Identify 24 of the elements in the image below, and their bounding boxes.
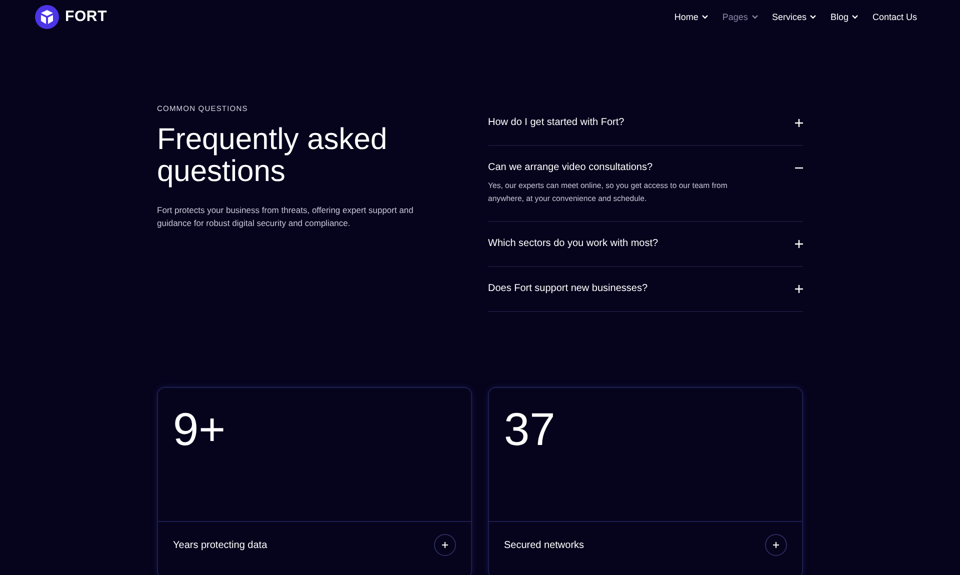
nav-link[interactable]: Services [772,12,816,22]
plus-icon [795,118,803,126]
plus-icon [795,240,803,248]
nav-link[interactable]: Blog [830,12,858,22]
stat-label: Secured networks [504,540,584,550]
faq-question[interactable]: Can we arrange video consultations? [488,146,803,179]
faq-question[interactable]: How do I get started with Fort? [488,117,803,145]
stat-value: 9+ [172,402,226,457]
intro-text: Fort protects your business from threats, offering expert support and guidance for robust digital security and compliance. [157,204,414,230]
stat-label: Years protecting data [173,540,268,550]
faq-question[interactable]: Which sectors do you work with most? [488,222,803,266]
nav-link[interactable]: Contact Us [872,12,917,22]
brand-name[interactable]: FORT [65,8,108,25]
expand-button[interactable] [434,534,456,556]
nav-link[interactable]: Home [674,12,708,22]
plus-icon [442,542,448,548]
logo-icon [35,4,59,28]
expand-button[interactable] [765,534,787,556]
nav-link[interactable]: Pages [722,12,758,22]
section-heading: Frequently asked questions [157,124,388,188]
plus-icon [773,542,779,548]
faq-question[interactable]: Does Fort support new businesses? [488,267,803,311]
stat-value: 37 [503,402,556,457]
plus-icon [795,284,803,292]
